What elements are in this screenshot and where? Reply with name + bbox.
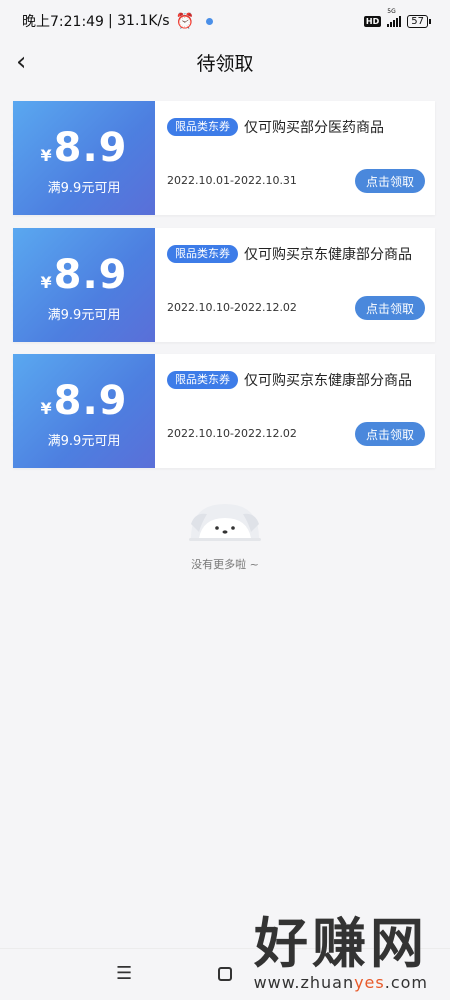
network-type: 5G: [387, 8, 396, 15]
coupon-amount: 8.9: [53, 124, 128, 171]
status-time: 晚上7:21:49: [22, 14, 104, 30]
currency-symbol: ¥: [40, 145, 52, 165]
back-arrow-icon[interactable]: ‹: [16, 47, 26, 77]
currency-symbol: ¥: [40, 398, 52, 418]
status-speed: | 31.1K/s: [107, 13, 170, 29]
mascot-dog-icon: [189, 504, 261, 541]
coupon-threshold: 满9.9元可用: [47, 307, 121, 323]
watermark-url: www.zhuanyes.com: [253, 973, 428, 992]
coupon-tag: 限品类东券: [167, 371, 238, 389]
coupon-threshold: 满9.9元可用: [47, 180, 121, 196]
signal-icon: 5G: [387, 8, 402, 27]
coupon-date-range: 2022.10.10-2022.12.02: [167, 427, 297, 440]
battery-level: 57: [411, 15, 424, 27]
currency-symbol: ¥: [40, 272, 52, 292]
coupon-value-panel: ¥ 8.9 满9.9元可用: [10, 101, 155, 215]
page-header: ‹ 待领取: [0, 42, 450, 82]
coupon-amount: 8.9: [53, 251, 128, 298]
coupon-description: 仅可购买京东健康部分商品: [244, 373, 412, 389]
battery-icon: 57: [407, 14, 431, 28]
coupon-card: ¥ 8.9 满9.9元可用 限品类东券 仅可购买部分医药商品 2022.10.01…: [10, 101, 435, 215]
home-square-icon[interactable]: [218, 967, 232, 981]
notification-dot-icon: [206, 17, 214, 25]
alarm-icon: ⏰: [175, 12, 195, 30]
watermark-title: 好赚网: [254, 912, 428, 975]
coupon-value-panel: ¥ 8.9 满9.9元可用: [10, 228, 155, 342]
no-more-text: 没有更多啦 ~: [191, 558, 259, 571]
coupon-card: ¥ 8.9 满9.9元可用 限品类东券 仅可购买京东健康部分商品 2022.10.…: [10, 228, 435, 342]
watermark: 好赚网 www.zhuanyes.com: [253, 912, 428, 993]
coupon-description: 仅可购买部分医药商品: [244, 120, 384, 136]
claim-button[interactable]: 点击领取: [355, 422, 425, 446]
coupon-card: ¥ 8.9 满9.9元可用 限品类东券 仅可购买京东健康部分商品 2022.10.…: [10, 354, 435, 468]
coupon-tag: 限品类东券: [167, 118, 238, 136]
coupon-amount: 8.9: [53, 377, 128, 424]
coupon-date-range: 2022.10.01-2022.10.31: [167, 174, 297, 187]
coupon-tag: 限品类东券: [167, 245, 238, 263]
coupon-threshold: 满9.9元可用: [47, 433, 121, 449]
coupon-info: 限品类东券 仅可购买京东健康部分商品 2022.10.10-2022.12.02 …: [155, 228, 435, 342]
coupon-value-panel: ¥ 8.9 满9.9元可用: [10, 354, 155, 468]
empty-state: 没有更多啦 ~: [0, 498, 450, 572]
coupon-info: 限品类东券 仅可购买京东健康部分商品 2022.10.10-2022.12.02 …: [155, 354, 435, 468]
status-bar: 晚上7:21:49 | 31.1K/s ⏰ HD 5G 57: [0, 0, 450, 42]
hd-badge: HD: [363, 15, 382, 27]
claim-button[interactable]: 点击领取: [355, 169, 425, 193]
coupon-date-range: 2022.10.10-2022.12.02: [167, 301, 297, 314]
page-title: 待领取: [196, 52, 254, 75]
menu-icon[interactable]: ☰: [116, 963, 132, 984]
coupon-info: 限品类东券 仅可购买部分医药商品 2022.10.01-2022.10.31 点击…: [155, 101, 435, 215]
claim-button[interactable]: 点击领取: [355, 296, 425, 320]
coupon-description: 仅可购买京东健康部分商品: [244, 247, 412, 263]
